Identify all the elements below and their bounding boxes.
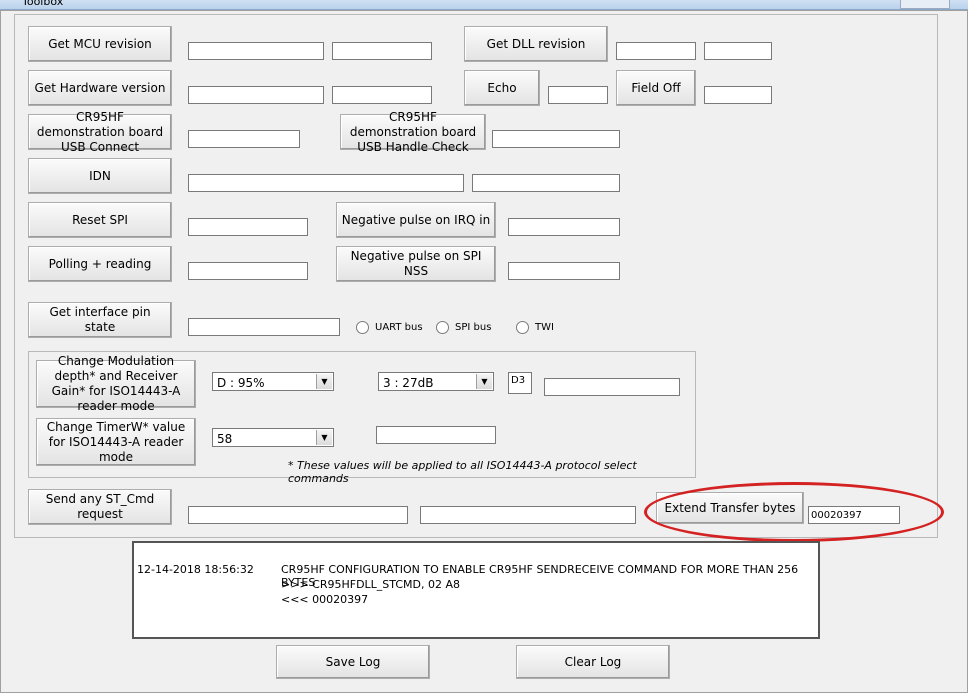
reset-spi-field[interactable] bbox=[188, 218, 308, 236]
usb-connect-button[interactable]: CR95HF demonstration board USB Connect bbox=[28, 110, 172, 154]
polling-reading-field[interactable] bbox=[188, 262, 308, 280]
chevron-down-icon[interactable]: ▼ bbox=[316, 374, 332, 389]
receiver-gain-value: 3 : 27dB bbox=[383, 376, 434, 390]
st-cmd-field-2[interactable] bbox=[420, 506, 636, 524]
modulation-depth-select[interactable]: D : 95% ▼ bbox=[212, 372, 334, 391]
idn-button[interactable]: IDN bbox=[28, 158, 172, 194]
dll-revision-field-1[interactable] bbox=[616, 42, 696, 60]
radio-circle-icon bbox=[436, 321, 449, 334]
log-textarea[interactable]: 12-14-2018 18:56:32 CR95HF CONFIGURATION… bbox=[132, 541, 820, 639]
mcu-revision-field-2[interactable] bbox=[332, 42, 432, 60]
field-off-button[interactable]: Field Off bbox=[616, 70, 696, 106]
polling-reading-button[interactable]: Polling + reading bbox=[28, 246, 172, 282]
window-title: Toolbox bbox=[22, 0, 64, 8]
field-off-field[interactable] bbox=[704, 86, 772, 104]
get-interface-pin-state-button[interactable]: Get interface pin state bbox=[28, 302, 172, 338]
get-mcu-revision-button[interactable]: Get MCU revision bbox=[28, 26, 172, 62]
radio-uart-bus[interactable]: UART bus bbox=[356, 321, 423, 334]
negative-pulse-spi-nss-field[interactable] bbox=[508, 262, 620, 280]
radio-spi-label: SPI bus bbox=[455, 322, 492, 333]
usb-connect-field[interactable] bbox=[188, 130, 300, 148]
st-cmd-field-1[interactable] bbox=[188, 506, 408, 524]
dll-revision-field-2[interactable] bbox=[704, 42, 772, 60]
negative-pulse-irq-field[interactable] bbox=[508, 218, 620, 236]
radio-spi-bus[interactable]: SPI bus bbox=[436, 321, 491, 334]
change-timerw-button[interactable]: Change TimerW* value for ISO14443-A read… bbox=[36, 418, 196, 466]
receiver-gain-select[interactable]: 3 : 27dB ▼ bbox=[378, 372, 494, 391]
usb-handle-check-button[interactable]: CR95HF demonstration board USB Handle Ch… bbox=[340, 110, 486, 154]
echo-field[interactable] bbox=[548, 86, 608, 104]
send-st-cmd-button[interactable]: Send any ST_Cmd request bbox=[28, 489, 172, 525]
chevron-down-icon[interactable]: ▼ bbox=[316, 430, 332, 445]
usb-handle-check-field[interactable] bbox=[492, 130, 620, 148]
modulation-depth-value: D : 95% bbox=[217, 376, 265, 390]
echo-button[interactable]: Echo bbox=[464, 70, 540, 106]
modulation-code-field[interactable]: D3 bbox=[508, 372, 532, 394]
log-line-3: <<< 00020397 bbox=[281, 593, 369, 606]
negative-pulse-irq-button[interactable]: Negative pulse on IRQ in bbox=[336, 202, 496, 238]
save-log-button[interactable]: Save Log bbox=[276, 645, 430, 679]
reset-spi-button[interactable]: Reset SPI bbox=[28, 202, 172, 238]
change-modulation-button[interactable]: Change Modulation depth* and Receiver Ga… bbox=[36, 354, 196, 413]
chevron-down-icon[interactable]: ▼ bbox=[476, 374, 492, 389]
hardware-version-field-1[interactable] bbox=[188, 86, 324, 104]
idn-field-2[interactable] bbox=[472, 174, 620, 192]
radio-twi-label: TWI bbox=[535, 322, 554, 333]
mcu-revision-field-1[interactable] bbox=[188, 42, 324, 60]
iso14443a-note: * These values will be applied to all IS… bbox=[288, 459, 637, 485]
title-bar: Toolbox bbox=[0, 0, 968, 10]
close-window-button[interactable] bbox=[900, 0, 950, 9]
radio-uart-label: UART bus bbox=[375, 322, 423, 333]
modulation-result-field[interactable] bbox=[544, 378, 680, 396]
hardware-version-field-2[interactable] bbox=[332, 86, 432, 104]
timerw-select[interactable]: 58 ▼ bbox=[212, 428, 334, 447]
get-dll-revision-button[interactable]: Get DLL revision bbox=[464, 26, 608, 62]
radio-circle-icon bbox=[356, 321, 369, 334]
radio-circle-icon bbox=[516, 321, 529, 334]
negative-pulse-spi-nss-button[interactable]: Negative pulse on SPI NSS bbox=[336, 246, 496, 282]
interface-pin-state-field[interactable] bbox=[188, 318, 340, 336]
get-hardware-version-button[interactable]: Get Hardware version bbox=[28, 70, 172, 106]
timerw-value: 58 bbox=[217, 432, 233, 446]
log-line-2: >>> CR95HFDLL_STCMD, 02 A8 bbox=[281, 578, 461, 591]
idn-field-1[interactable] bbox=[188, 174, 464, 192]
log-timestamp: 12-14-2018 18:56:32 bbox=[137, 563, 254, 576]
annotation-ellipse bbox=[644, 482, 944, 542]
timerw-result-field[interactable] bbox=[376, 426, 496, 444]
clear-log-button[interactable]: Clear Log bbox=[516, 645, 670, 679]
radio-twi[interactable]: TWI bbox=[516, 321, 554, 334]
